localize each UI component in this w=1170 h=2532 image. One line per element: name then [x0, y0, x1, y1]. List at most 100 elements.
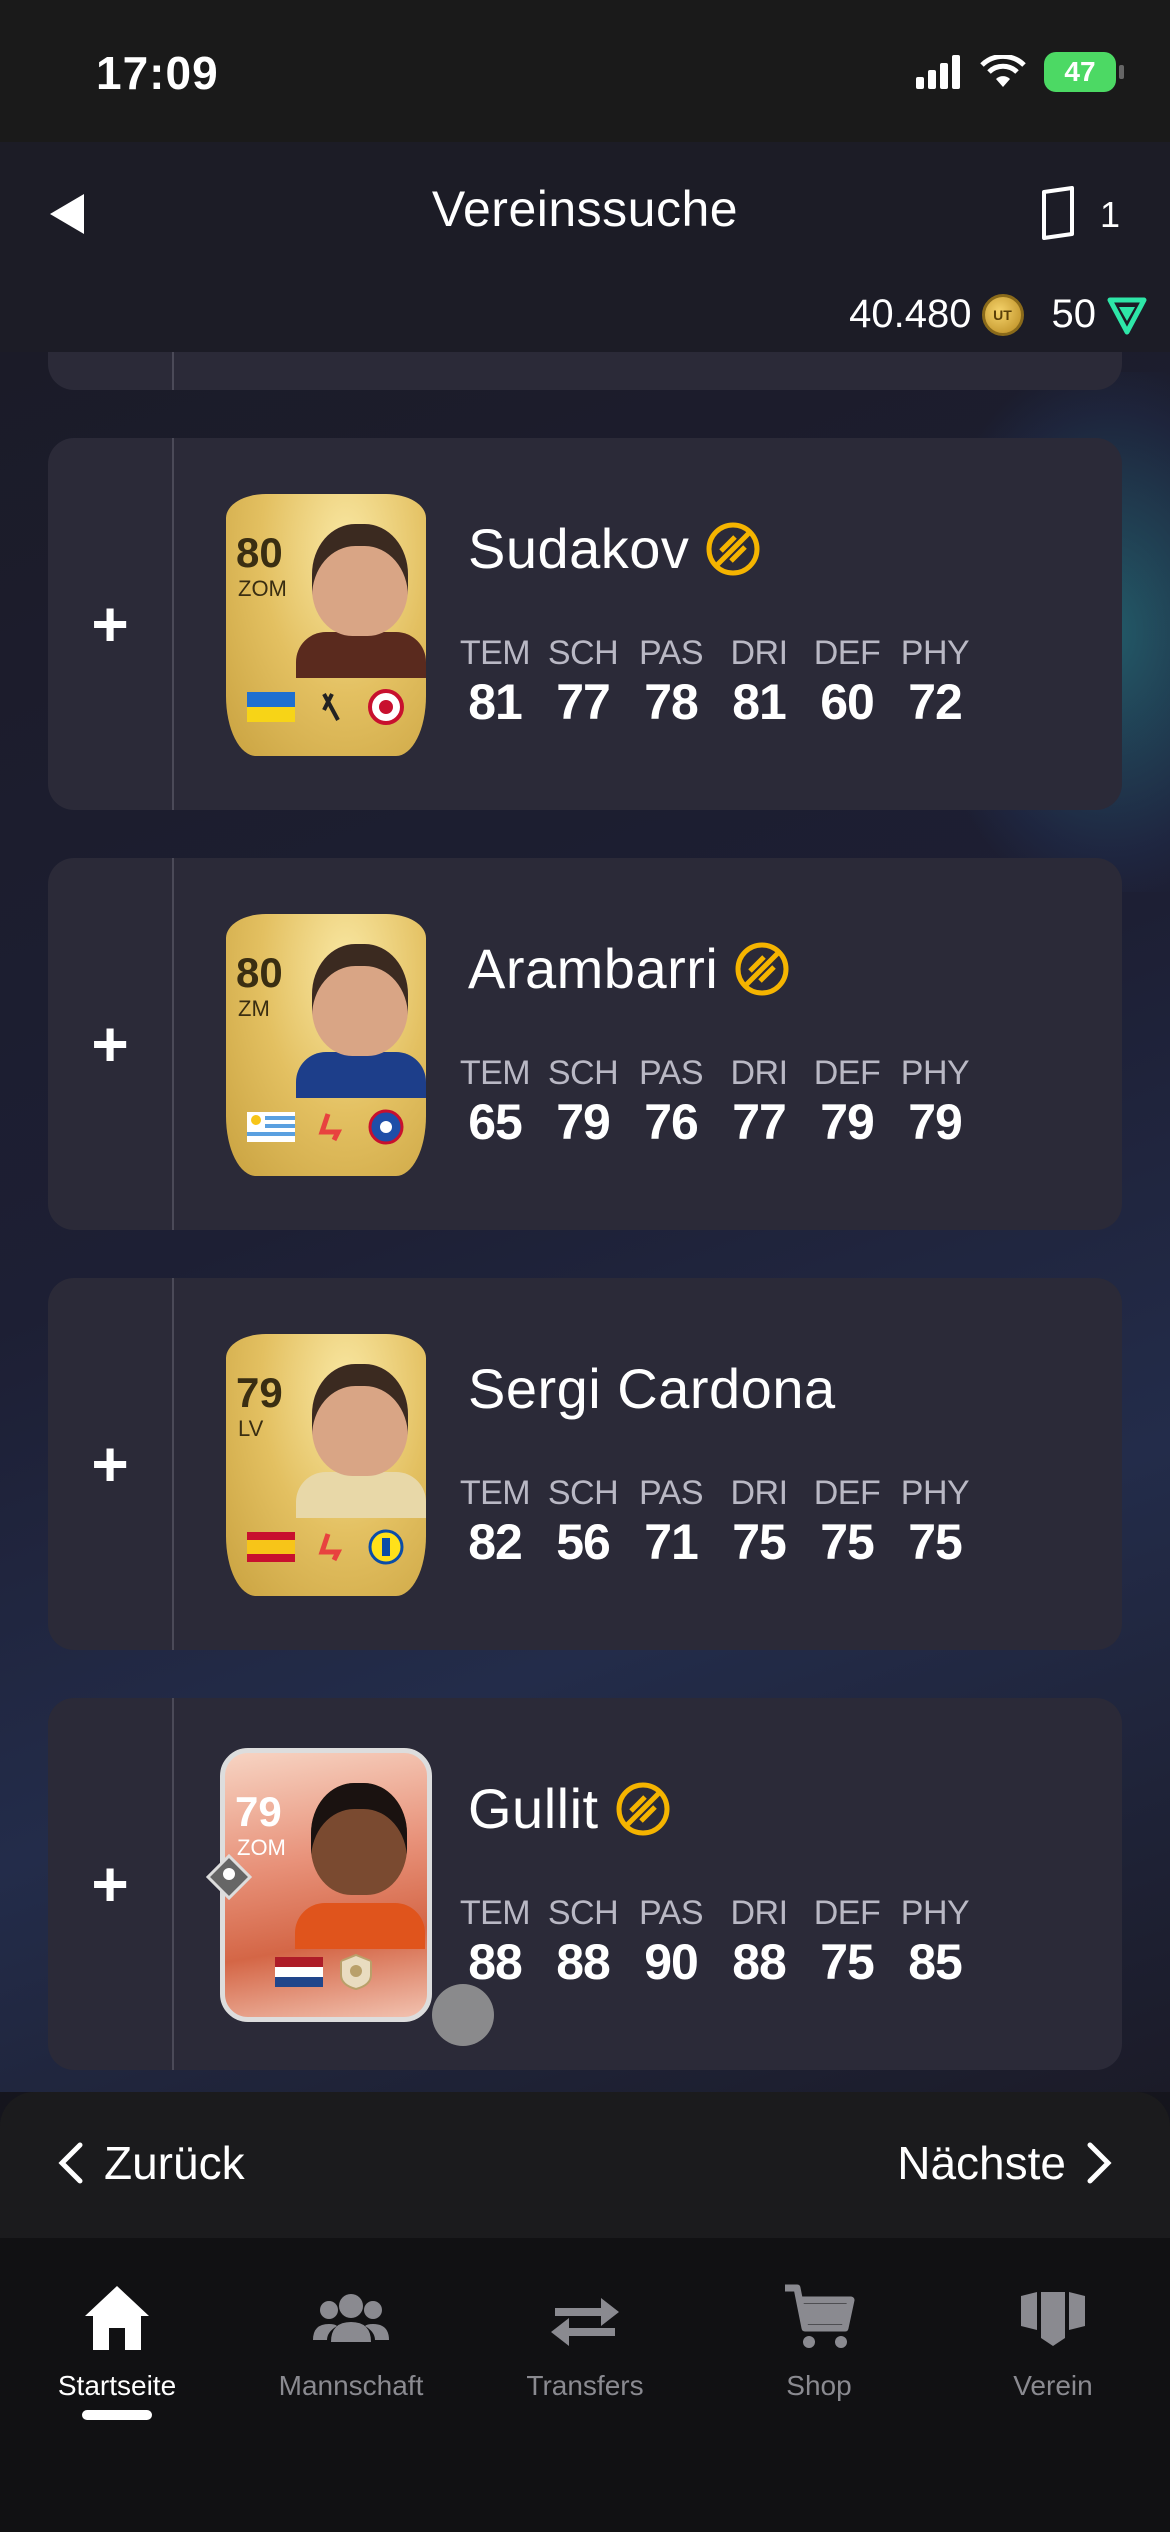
player-name: Sudakov — [468, 517, 690, 580]
stat-sch: SCH 56 — [542, 1474, 624, 1571]
netherlands-flag-icon — [275, 1957, 323, 1987]
add-player-button[interactable]: + — [48, 438, 172, 810]
uruguay-flag-icon — [247, 1112, 296, 1142]
tab-transfers[interactable]: Transfers — [468, 2278, 702, 2402]
add-player-button[interactable]: + — [48, 858, 172, 1230]
add-player-button[interactable]: + — [48, 1698, 172, 2070]
stat-value: 77 — [732, 1094, 787, 1150]
benfica-crest-icon — [367, 689, 404, 725]
team-icon — [313, 2294, 389, 2342]
player-shirt — [296, 1052, 426, 1098]
stat-value: 75 — [732, 1514, 787, 1570]
player-name: Sergi Cardona — [468, 1357, 836, 1420]
player-list[interactable]: + 80 ZOM Sudakov TEM 81 SCH 77 PAS 78 DRI 81… — [0, 352, 1170, 2092]
player-stats: TEM 82 SCH 56 PAS 71 DRI 75 DEF 75 PHY 75 — [460, 1474, 982, 1571]
wifi-icon — [980, 55, 1026, 87]
player-face — [311, 1783, 407, 1895]
stat-sch: SCH 79 — [542, 1054, 624, 1151]
partial-player-card[interactable] — [48, 352, 1122, 390]
player-card[interactable]: + 80 ZM Arambarri TEM 65 SCH 79 PAS 76 DRI 7… — [48, 858, 1122, 1230]
stat-value: 79 — [556, 1094, 611, 1150]
tab-verein[interactable]: Verein — [936, 2278, 1170, 2402]
battery-level: 47 — [1064, 56, 1096, 87]
player-position: LV — [238, 1416, 264, 1441]
points-balance: 50 — [1051, 292, 1097, 336]
stat-pas: PAS 78 — [630, 634, 712, 731]
stat-value: 56 — [556, 1514, 611, 1570]
stat-label: SCH — [547, 634, 619, 672]
stat-value: 88 — [468, 1934, 523, 1990]
stat-def: DEF 79 — [806, 1054, 888, 1151]
stat-label: PAS — [638, 634, 704, 672]
pagination-bar: Zurück Nächste — [0, 2092, 1170, 2238]
active-tab-indicator — [82, 2410, 152, 2420]
status-bar: 17:09 47 — [0, 0, 1170, 142]
stat-label: PHY — [900, 1474, 970, 1512]
stat-def: DEF 60 — [806, 634, 888, 731]
laliga-logo-icon — [318, 1533, 343, 1562]
player-rating: 80 — [236, 529, 283, 576]
player-name-row: Sergi Cardona — [468, 1356, 836, 1421]
card-badges — [238, 1108, 414, 1146]
stat-sch: SCH 88 — [542, 1894, 624, 1991]
stat-value: 79 — [908, 1094, 963, 1150]
getafe-crest-icon — [368, 1109, 404, 1145]
status-icons: 47 — [916, 52, 1124, 92]
stat-dri: DRI 81 — [718, 634, 800, 731]
coin-balance: 40.480 — [849, 292, 972, 336]
tab-label: Mannschaft — [278, 2370, 424, 2401]
stat-phy: PHY 75 — [894, 1474, 976, 1571]
add-player-button[interactable]: + — [48, 1278, 172, 1650]
player-rating: 80 — [236, 949, 283, 996]
player-card[interactable]: + 80 ZOM Sudakov TEM 81 SCH 77 PAS 78 DRI 81… — [48, 438, 1122, 810]
player-card[interactable]: + 79 LV Sergi Cardona TEM 82 SCH 56 PAS 71 … — [48, 1278, 1122, 1650]
cart-icon — [785, 2284, 855, 2348]
player-card-image: 80 ZM — [226, 914, 426, 1176]
stat-def: DEF 75 — [806, 1894, 888, 1991]
player-stats: TEM 88 SCH 88 PAS 90 DRI 88 DEF 75 PHY 85 — [460, 1894, 982, 1991]
untradeable-icon — [706, 522, 760, 575]
tab-startseite[interactable]: Startseite — [0, 2278, 234, 2402]
stat-label: PAS — [638, 1474, 704, 1512]
stat-tem: TEM 81 — [454, 634, 536, 731]
tab-shop[interactable]: Shop — [702, 2278, 936, 2402]
previous-page-label: Zurück — [104, 2137, 245, 2189]
stat-dri: DRI 88 — [718, 1894, 800, 1991]
liga-portugal-logo-icon — [322, 693, 340, 721]
stat-value: 72 — [908, 674, 963, 730]
stat-value: 76 — [644, 1094, 699, 1150]
tab-label: Verein — [1013, 2370, 1093, 2401]
stat-tem: TEM 88 — [454, 1894, 536, 1991]
player-name-row: Gullit — [468, 1776, 671, 1841]
player-stats: TEM 81 SCH 77 PAS 78 DRI 81 DEF 60 PHY 72 — [460, 634, 982, 731]
stat-value: 60 — [820, 674, 875, 730]
header-bar: Vereinssuche 1 40.480 UT 50 — [0, 142, 1170, 352]
stat-label: SCH — [547, 1474, 619, 1512]
stat-value: 65 — [468, 1094, 523, 1150]
stat-def: DEF 75 — [806, 1474, 888, 1571]
stat-label: DEF — [813, 1894, 881, 1932]
club-icon — [1021, 2292, 1085, 2346]
stat-value: 71 — [644, 1514, 699, 1570]
icon-badge-icon — [340, 1953, 372, 1991]
stat-value: 85 — [908, 1934, 963, 1990]
next-page-button[interactable]: Nächste — [897, 2136, 1114, 2190]
currency-row: 40.480 UT 50 — [849, 292, 1148, 337]
player-face — [312, 524, 408, 636]
stat-dri: DRI 75 — [718, 1474, 800, 1571]
stat-sch: SCH 77 — [542, 634, 624, 731]
stat-label: SCH — [547, 1054, 619, 1092]
tab-label: Transfers — [526, 2370, 644, 2401]
laliga-logo-icon — [318, 1113, 343, 1142]
stat-phy: PHY 85 — [894, 1894, 976, 1991]
player-card[interactable]: + 79 ZOM Gullit TEM 88 SCH 88 PAS 90 DRI 88 … — [48, 1698, 1122, 2070]
tab-mannschaft[interactable]: Mannschaft — [234, 2278, 468, 2402]
player-shirt — [295, 1903, 425, 1949]
player-name: Gullit — [468, 1777, 599, 1840]
player-shirt — [296, 1472, 426, 1518]
previous-page-button[interactable]: Zurück — [56, 2136, 245, 2190]
stat-label: DRI — [730, 1894, 788, 1932]
stat-value: 88 — [732, 1934, 787, 1990]
stat-value: 88 — [556, 1934, 611, 1990]
player-name-row: Arambarri — [468, 936, 790, 1001]
